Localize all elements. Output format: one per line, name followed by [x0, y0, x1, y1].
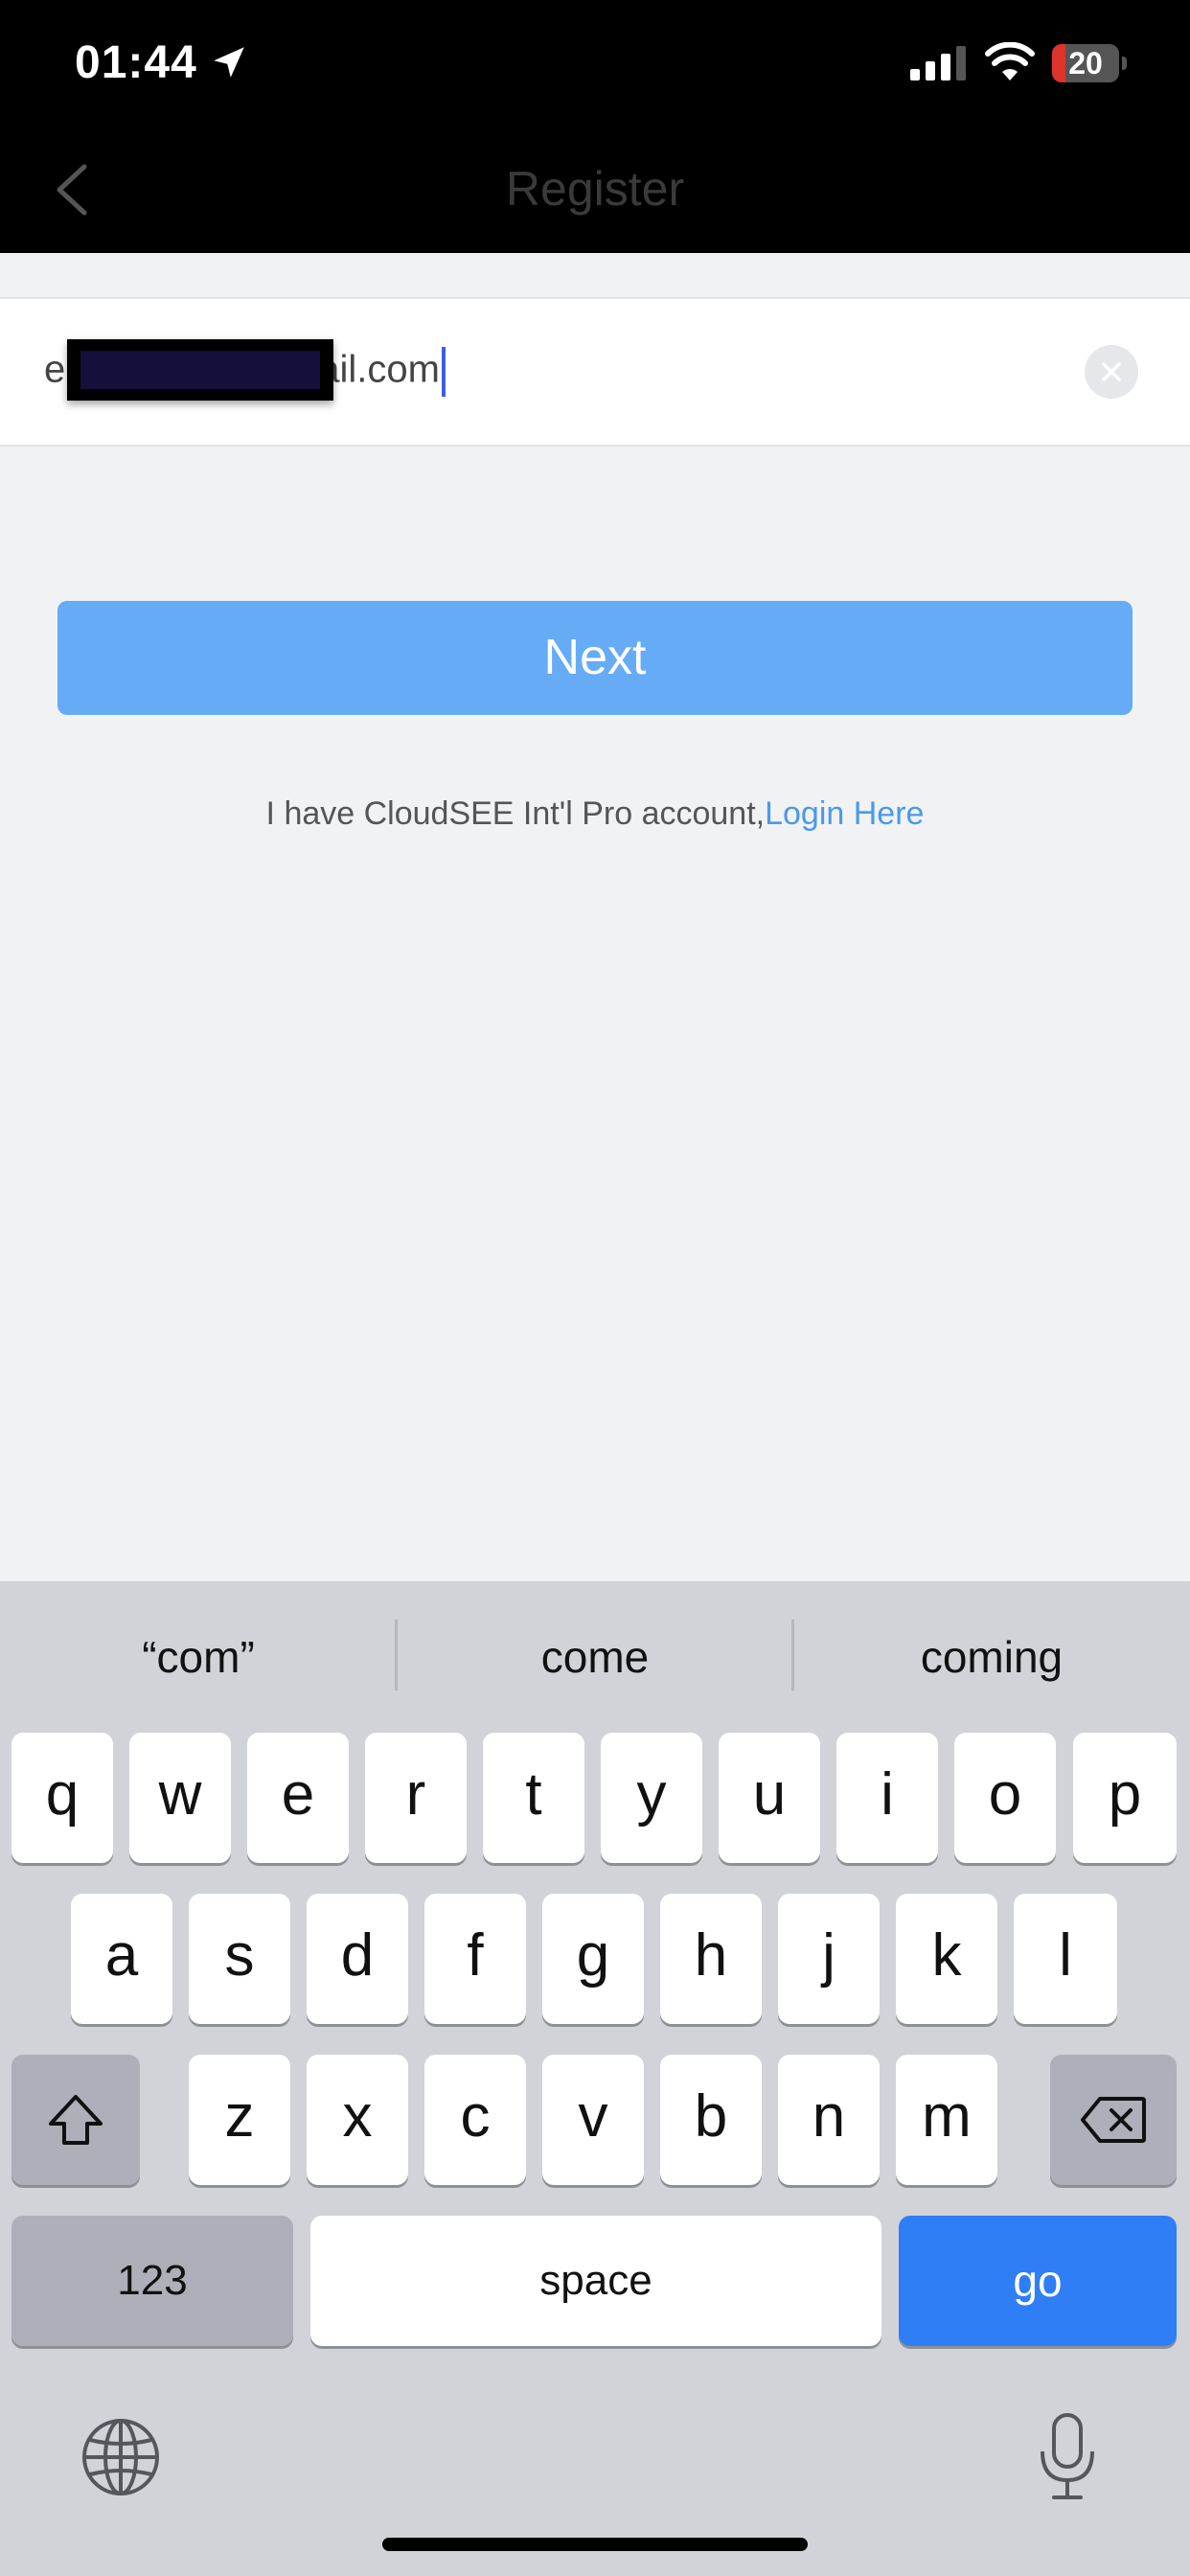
backspace-icon	[1081, 2097, 1146, 2143]
key-q[interactable]: q	[11, 1733, 113, 1863]
numbers-key[interactable]: 123	[11, 2216, 293, 2346]
key-o[interactable]: o	[954, 1733, 1056, 1863]
suggestion-come[interactable]: come	[397, 1631, 793, 1683]
key-z[interactable]: z	[189, 2055, 290, 2185]
key-e[interactable]: e	[247, 1733, 349, 1863]
key-g[interactable]: g	[542, 1894, 644, 2024]
location-arrow-icon	[214, 47, 244, 78]
key-a[interactable]: a	[71, 1894, 172, 2024]
go-key[interactable]: go	[899, 2216, 1177, 2346]
battery-level: 20	[1068, 46, 1103, 80]
keyboard: “com” come coming q w e r t y u i o p a …	[0, 1581, 1190, 2576]
login-here-link[interactable]: Login Here	[765, 795, 924, 832]
backspace-key[interactable]	[1050, 2055, 1177, 2185]
key-h[interactable]: h	[660, 1894, 762, 2024]
microphone-icon[interactable]	[1037, 2411, 1098, 2503]
battery-icon: 20	[1052, 44, 1129, 82]
key-y[interactable]: y	[601, 1733, 702, 1863]
key-u[interactable]: u	[719, 1733, 820, 1863]
top-bar: 01:44 20 Register	[0, 0, 1190, 253]
login-prompt: I have CloudSEE Int'l Pro account,Login …	[0, 795, 1190, 833]
key-k[interactable]: k	[896, 1894, 997, 2024]
key-x[interactable]: x	[307, 2055, 408, 2185]
key-f[interactable]: f	[424, 1894, 526, 2024]
signal-icon	[910, 46, 966, 80]
key-i[interactable]: i	[836, 1733, 938, 1863]
next-button[interactable]: Next	[57, 601, 1133, 715]
key-p[interactable]: p	[1073, 1733, 1177, 1863]
globe-icon[interactable]	[80, 2417, 161, 2497]
status-time: 01:44	[75, 37, 197, 88]
email-value-prefix: e	[44, 348, 66, 391]
suggestion-coming[interactable]: coming	[793, 1631, 1190, 1683]
key-c[interactable]: c	[424, 2055, 526, 2185]
key-m[interactable]: m	[896, 2055, 997, 2185]
home-indicator[interactable]	[382, 2538, 808, 2551]
key-t[interactable]: t	[483, 1733, 584, 1863]
key-n[interactable]: n	[778, 2055, 880, 2185]
key-w[interactable]: w	[129, 1733, 231, 1863]
key-d[interactable]: d	[307, 1894, 408, 2024]
email-value-suffix: ail.com	[318, 348, 440, 391]
key-v[interactable]: v	[542, 2055, 644, 2185]
clear-icon	[1102, 362, 1121, 381]
redaction-box	[67, 339, 333, 401]
wifi-icon	[985, 42, 1035, 80]
key-r[interactable]: r	[365, 1733, 467, 1863]
key-l[interactable]: l	[1014, 1894, 1117, 2024]
shift-icon	[49, 2095, 103, 2145]
login-prompt-text: I have CloudSEE Int'l Pro account,	[265, 795, 766, 832]
shift-key[interactable]	[11, 2055, 140, 2185]
key-s[interactable]: s	[189, 1894, 290, 2024]
key-b[interactable]: b	[660, 2055, 762, 2185]
key-j[interactable]: j	[778, 1894, 880, 2024]
email-field[interactable]: e ail.com	[0, 297, 1190, 447]
page-title: Register	[505, 162, 685, 216]
text-caret	[441, 347, 446, 397]
clear-button[interactable]	[1085, 345, 1138, 399]
space-key[interactable]: space	[310, 2216, 881, 2346]
suggestion-com[interactable]: “com”	[0, 1631, 397, 1683]
